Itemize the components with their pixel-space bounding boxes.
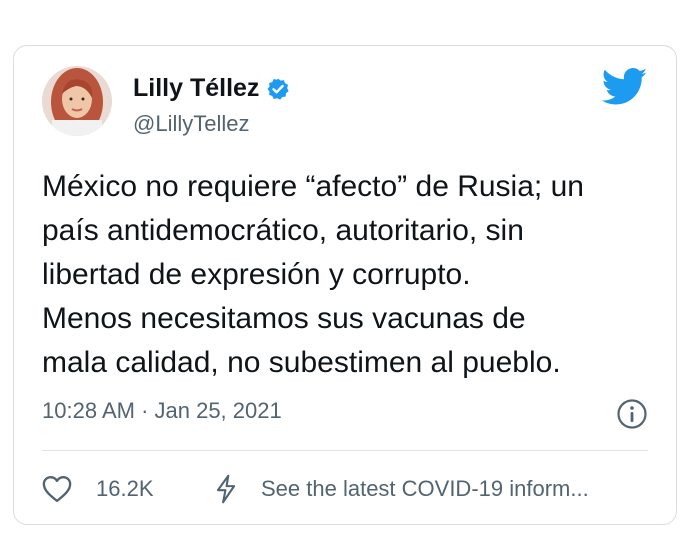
tweet-text-line: libertad de expresión y corrupto. (42, 258, 471, 291)
author-row: Lilly Téllez (133, 74, 290, 103)
bolt-icon[interactable] (214, 474, 238, 504)
avatar[interactable] (42, 66, 112, 136)
divider (42, 450, 648, 451)
verified-badge-icon (266, 77, 290, 101)
tweet-card[interactable]: Lilly Téllez @LillyTellez México no requ… (13, 45, 677, 525)
tweet-text-line: mala calidad, no subestimen al pueblo. (42, 346, 561, 379)
tweet-text-line: país antidemocrático, autoritario, sin (42, 214, 524, 247)
info-icon[interactable] (616, 398, 648, 430)
tweet-text: México no requiere “afecto” de Rusia; un… (42, 165, 662, 385)
tweet-actions: 16.2K See the latest COVID-19 inform... (42, 473, 662, 507)
author-handle[interactable]: @LillyTellez (133, 111, 249, 137)
heart-icon[interactable] (42, 475, 72, 503)
author-name[interactable]: Lilly Téllez (133, 74, 259, 103)
covid-info-link[interactable]: See the latest COVID-19 inform... (261, 476, 589, 502)
like-count[interactable]: 16.2K (96, 476, 154, 502)
twitter-bird-icon[interactable] (601, 68, 648, 106)
tweet-text-line: Menos necesitamos sus vacunas de (42, 302, 526, 335)
tweet-text-line: México no requiere “afecto” de Rusia; un (42, 170, 584, 203)
tweet-timestamp[interactable]: 10:28 AM · Jan 25, 2021 (42, 398, 282, 424)
